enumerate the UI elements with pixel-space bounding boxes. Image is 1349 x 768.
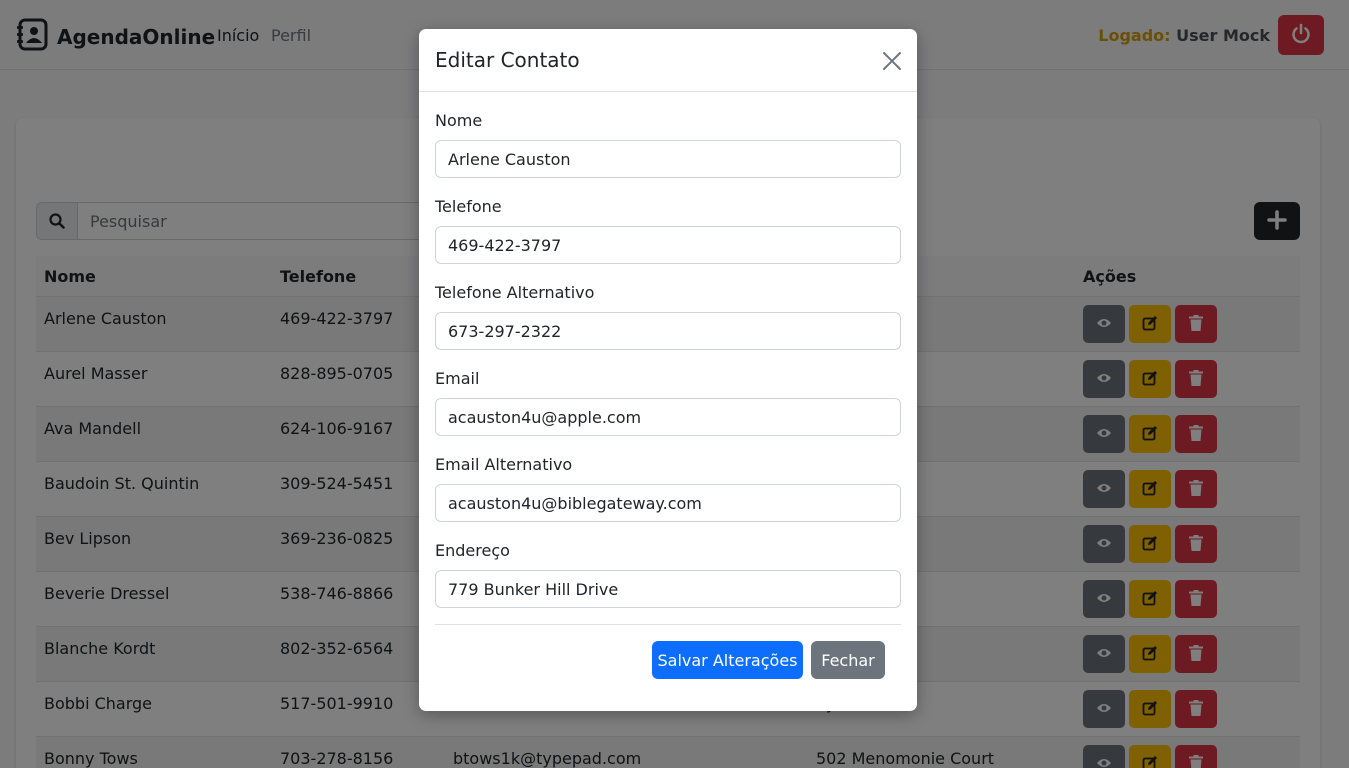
field-label-telefone: Telefone bbox=[435, 197, 502, 216]
close-icon bbox=[881, 52, 903, 75]
field-label-telefone-alternativo: Telefone Alternativo bbox=[435, 283, 595, 302]
field-label-email-alternativo: Email Alternativo bbox=[435, 455, 573, 474]
field-label-email: Email bbox=[435, 369, 480, 388]
modal-title: Editar Contato bbox=[435, 48, 580, 72]
edit-contact-modal: Editar Contato Nome Telefone Telefone Al… bbox=[419, 29, 917, 711]
modal-close-button[interactable] bbox=[881, 50, 903, 72]
field-nome[interactable] bbox=[435, 140, 901, 178]
field-label-endereco: Endereço bbox=[435, 541, 510, 560]
field-email-alternativo[interactable] bbox=[435, 484, 901, 522]
modal-header: Editar Contato bbox=[419, 29, 917, 92]
field-email[interactable] bbox=[435, 398, 901, 436]
close-modal-button[interactable]: Fechar bbox=[811, 641, 885, 679]
save-changes-button[interactable]: Salvar Alterações bbox=[652, 641, 803, 679]
field-endereco[interactable] bbox=[435, 570, 901, 608]
field-label-nome: Nome bbox=[435, 111, 483, 130]
field-telefone-alternativo[interactable] bbox=[435, 312, 901, 350]
modal-divider bbox=[435, 624, 901, 625]
field-telefone[interactable] bbox=[435, 226, 901, 264]
